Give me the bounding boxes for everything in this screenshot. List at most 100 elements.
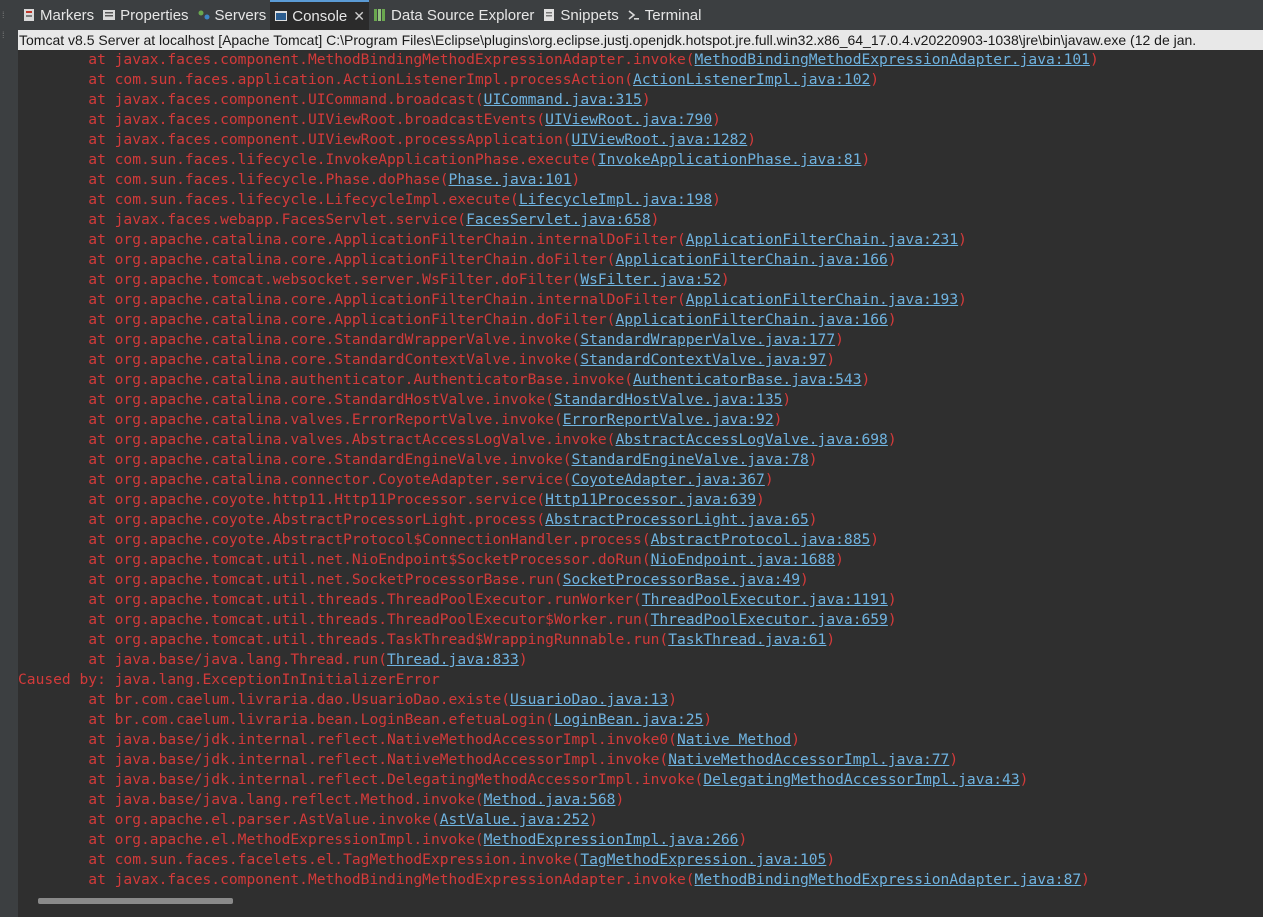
stack-frame-text: at java.base/jdk.internal.reflect.Delega… [18,771,704,788]
gutter-marker-icon: ⁞ [2,10,5,20]
source-link[interactable]: ThreadPoolExecutor.java:659 [651,611,888,628]
source-link[interactable]: ApplicationFilterChain.java:166 [615,311,887,328]
stack-frame-suffix: ) [870,71,880,88]
source-link[interactable]: SocketProcessorBase.java:49 [563,571,800,588]
stack-frame-suffix: ) [712,191,721,208]
source-link[interactable]: StandardHostValve.java:135 [554,391,782,408]
tab-data-source-explorer[interactable]: Data Source Explorer [369,0,538,30]
console-line: at org.apache.catalina.core.ApplicationF… [18,310,1263,330]
source-link[interactable]: ActionListenerImpl.java:102 [633,71,870,88]
stack-frame-suffix: ) [712,111,721,128]
source-link[interactable]: AstValue.java:252 [440,811,589,828]
console-line: at javax.faces.component.UIViewRoot.broa… [18,110,1263,130]
source-link[interactable]: Method.java:568 [484,791,616,808]
source-link[interactable]: LoginBean.java:25 [554,711,703,728]
source-link[interactable]: StandardWrapperValve.java:177 [580,331,835,348]
source-link[interactable]: UIViewRoot.java:790 [545,111,712,128]
gutter-marker-icon: ⁞ [2,30,5,40]
tab-snippets[interactable]: Snippets [538,0,622,30]
source-link[interactable]: MethodBindingMethodExpressionAdapter.jav… [695,51,1090,68]
source-link[interactable]: UICommand.java:315 [484,91,642,108]
stack-frame-suffix: ) [835,331,844,348]
source-link[interactable]: AbstractAccessLogValve.java:698 [615,431,887,448]
source-link[interactable]: Native Method [677,731,791,748]
console-line: at org.apache.catalina.authenticator.Aut… [18,370,1263,390]
stack-frame-text: at com.sun.faces.facelets.el.TagMethodEx… [18,851,581,868]
console-line: at javax.faces.component.UICommand.broad… [18,90,1263,110]
tab-console[interactable]: Console ✕ [270,0,370,30]
console-line: at org.apache.coyote.AbstractProtocol$Co… [18,530,1263,550]
source-link[interactable]: TagMethodExpression.java:105 [580,851,826,868]
console-line: at com.sun.faces.application.ActionListe… [18,70,1263,90]
horizontal-scrollbar[interactable] [18,890,1263,917]
console-line: at org.apache.tomcat.util.threads.Thread… [18,590,1263,610]
properties-icon [102,8,116,22]
source-link[interactable]: StandardEngineValve.java:78 [572,451,809,468]
stack-frame-text: Caused by: java.lang.ExceptionInInitiali… [18,671,440,688]
stack-frame-suffix: ) [808,511,818,528]
source-link[interactable]: FacesServlet.java:658 [466,211,651,228]
source-link[interactable]: ErrorReportValve.java:92 [563,411,774,428]
source-link[interactable]: InvokeApplicationPhase.java:81 [598,151,862,168]
source-link[interactable]: AbstractProcessorLight.java:65 [545,511,809,528]
stack-frame-suffix: ) [756,491,765,508]
stack-frame-text: at com.sun.faces.lifecycle.InvokeApplica… [18,151,598,168]
console-line: at org.apache.catalina.connector.CoyoteA… [18,470,1263,490]
console-line: at org.apache.catalina.core.StandardEngi… [18,450,1263,470]
source-link[interactable]: CoyoteAdapter.java:367 [572,471,765,488]
tab-properties[interactable]: Properties [98,0,192,30]
stack-frame-text: at org.apache.catalina.core.StandardHost… [18,391,554,408]
stack-frame-text: at org.apache.coyote.http11.Http11Proces… [18,491,546,508]
source-link[interactable]: AuthenticatorBase.java:543 [633,371,861,388]
tab-terminal[interactable]: Terminal [623,0,706,30]
console-output[interactable]: at javax.faces.component.MethodBindingMe… [18,50,1263,890]
source-link[interactable]: AbstractProtocol.java:885 [651,531,871,548]
console-icon [274,9,288,23]
stack-frame-suffix: ) [958,291,967,308]
close-icon[interactable]: ✕ [353,8,365,25]
stack-frame-suffix: ) [799,571,809,588]
source-link[interactable]: MethodExpressionImpl.java:266 [484,831,739,848]
stack-frame-text: at org.apache.tomcat.util.threads.Thread… [18,591,642,608]
source-link[interactable]: TaskThread.java:61 [668,631,826,648]
source-link[interactable]: UsuarioDao.java:13 [510,691,668,708]
source-link[interactable]: MethodBindingMethodExpressionAdapter.jav… [695,871,1082,888]
source-link[interactable]: Http11Processor.java:639 [545,491,756,508]
stack-frame-text: at org.apache.catalina.core.ApplicationF… [18,291,686,308]
source-link[interactable]: LifecycleImpl.java:198 [519,191,712,208]
tab-servers[interactable]: Servers [193,0,271,30]
source-link[interactable]: NativeMethodAccessorImpl.java:77 [668,751,949,768]
source-link[interactable]: ApplicationFilterChain.java:193 [686,291,958,308]
tab-markers[interactable]: Markers [18,0,98,30]
source-link[interactable]: ThreadPoolExecutor.java:1191 [642,591,888,608]
console-line: at javax.faces.component.MethodBindingMe… [18,50,1263,70]
scrollbar-thumb[interactable] [38,898,233,904]
source-link[interactable]: ApplicationFilterChain.java:231 [686,231,958,248]
source-link[interactable]: NioEndpoint.java:1688 [651,551,836,568]
source-link[interactable]: Thread.java:833 [387,651,519,668]
source-link[interactable]: DelegatingMethodAccessorImpl.java:43 [703,771,1019,788]
tab-label: Servers [214,6,267,24]
console-line: at com.sun.faces.lifecycle.InvokeApplica… [18,150,1263,170]
source-link[interactable]: UIViewRoot.java:1282 [572,131,748,148]
console-line: at org.apache.tomcat.util.net.SocketProc… [18,570,1263,590]
stack-frame-text: at org.apache.catalina.core.ApplicationF… [18,251,616,268]
source-link[interactable]: StandardContextValve.java:97 [580,351,826,368]
stack-frame-suffix: ) [650,211,660,228]
stack-frame-suffix: ) [887,251,897,268]
console-line: at javax.faces.component.MethodBindingMe… [18,870,1263,890]
console-line: at org.apache.tomcat.util.threads.TaskTh… [18,630,1263,650]
stack-frame-text: at com.sun.faces.lifecycle.LifecycleImpl… [18,191,519,208]
stack-frame-suffix: ) [668,691,677,708]
stack-frame-text: at org.apache.catalina.connector.CoyoteA… [18,471,572,488]
console-line: at com.sun.faces.lifecycle.Phase.doPhase… [18,170,1263,190]
stack-frame-text: at br.com.caelum.livraria.dao.UsuarioDao… [18,691,511,708]
stack-frame-text: at java.base/jdk.internal.reflect.Native… [18,731,677,748]
console-title: Tomcat v8.5 Server at localhost [Apache … [18,30,1263,50]
stack-frame-suffix: ) [826,851,836,868]
console-line: at javax.faces.webapp.FacesServlet.servi… [18,210,1263,230]
source-link[interactable]: ApplicationFilterChain.java:166 [615,251,887,268]
stack-frame-text: at java.base/java.lang.reflect.Method.in… [18,791,484,808]
source-link[interactable]: Phase.java:101 [449,171,572,188]
source-link[interactable]: WsFilter.java:52 [580,271,721,288]
